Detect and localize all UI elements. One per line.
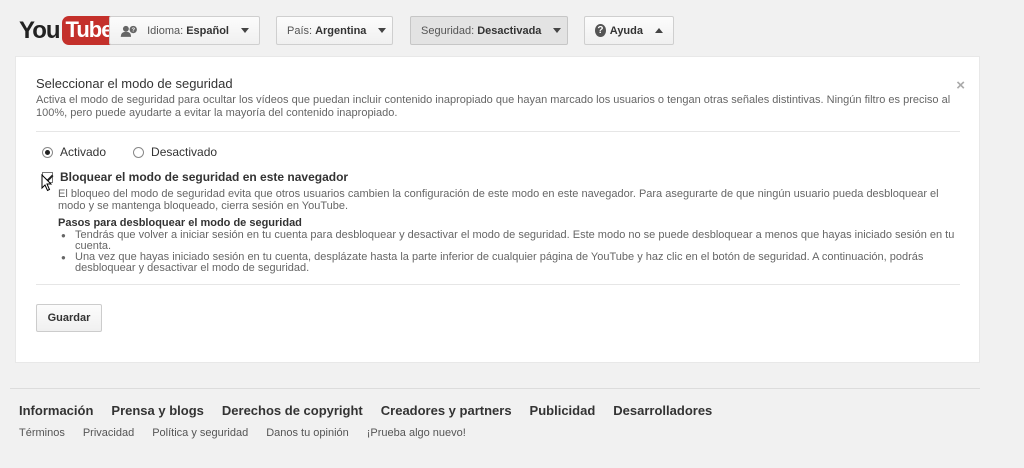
- country-label: País:: [287, 24, 313, 37]
- radio-activado-label[interactable]: Activado: [60, 145, 106, 159]
- country-button[interactable]: País: Argentina: [276, 16, 393, 45]
- panel-title: Seleccionar el modo de seguridad: [36, 76, 233, 91]
- radio-activado[interactable]: [42, 146, 53, 158]
- footer-link-informacion[interactable]: Información: [19, 403, 93, 418]
- users-icon: ?: [120, 25, 137, 37]
- save-button[interactable]: Guardar: [36, 304, 102, 332]
- footer-link-publicidad[interactable]: Publicidad: [530, 403, 596, 418]
- safety-mode-panel: Seleccionar el modo de seguridad Activa …: [15, 56, 980, 363]
- language-button[interactable]: ? Idioma: Español: [109, 16, 260, 45]
- list-item: Tendrás que volver a iniciar sesión en t…: [58, 230, 958, 252]
- footer-link-desarrolladores[interactable]: Desarrolladores: [613, 403, 712, 418]
- svg-text:?: ?: [131, 27, 135, 33]
- logo-you-text: You: [19, 16, 61, 44]
- footer-link-creadores[interactable]: Creadores y partners: [381, 403, 512, 418]
- country-value: Argentina: [315, 24, 367, 37]
- radio-desactivado-label[interactable]: Desactivado: [151, 145, 217, 159]
- youtube-logo[interactable]: You Tube: [19, 16, 118, 45]
- safety-button[interactable]: Seguridad: Desactivada: [410, 16, 568, 45]
- footer-link-privacidad[interactable]: Privacidad: [83, 427, 134, 439]
- language-value: Español: [186, 24, 229, 37]
- footer-link-opinion[interactable]: Danos tu opinión: [266, 427, 349, 439]
- footer-link-copyright[interactable]: Derechos de copyright: [222, 403, 363, 418]
- footer-link-prueba[interactable]: ¡Prueba algo nuevo!: [367, 427, 466, 439]
- help-button[interactable]: ? Ayuda: [584, 16, 674, 45]
- footer-main-links: Información Prensa y blogs Derechos de c…: [19, 403, 730, 418]
- lock-description: El bloqueo del modo de seguridad evita q…: [58, 188, 939, 212]
- lock-checkbox-label[interactable]: Bloquear el modo de seguridad en este na…: [60, 170, 348, 184]
- footer-link-politica[interactable]: Política y seguridad: [152, 427, 248, 439]
- language-label: Idioma:: [147, 24, 184, 37]
- chevron-down-icon: [378, 28, 387, 33]
- safety-value: Desactivada: [477, 24, 542, 37]
- panel-description: Activa el modo de seguridad para ocultar…: [36, 94, 951, 119]
- radio-desactivado[interactable]: [133, 146, 145, 158]
- close-icon[interactable]: ×: [956, 77, 965, 94]
- lock-browser-option[interactable]: Bloquear el modo de seguridad en este na…: [42, 170, 348, 184]
- chevron-down-icon: [241, 28, 249, 33]
- divider: [36, 131, 960, 132]
- footer-divider: [10, 388, 980, 389]
- footer-link-prensa[interactable]: Prensa y blogs: [111, 403, 203, 418]
- safety-label: Seguridad:: [421, 24, 475, 37]
- divider: [36, 284, 960, 285]
- mouse-cursor-icon: [41, 174, 53, 192]
- steps-title: Pasos para desbloquear el modo de seguri…: [58, 217, 302, 229]
- safety-mode-radio-group: Activado Desactivado: [42, 145, 217, 159]
- chevron-up-icon: [655, 28, 663, 33]
- chevron-down-icon: [553, 28, 562, 33]
- list-item: Una vez que hayas iniciado sesión en tu …: [58, 252, 958, 274]
- footer-link-terminos[interactable]: Términos: [19, 427, 65, 439]
- footer-sub-links: Términos Privacidad Política y seguridad…: [19, 427, 484, 439]
- help-label: Ayuda: [609, 24, 643, 37]
- steps-list: Tendrás que volver a iniciar sesión en t…: [58, 230, 958, 274]
- help-icon: ?: [595, 24, 606, 37]
